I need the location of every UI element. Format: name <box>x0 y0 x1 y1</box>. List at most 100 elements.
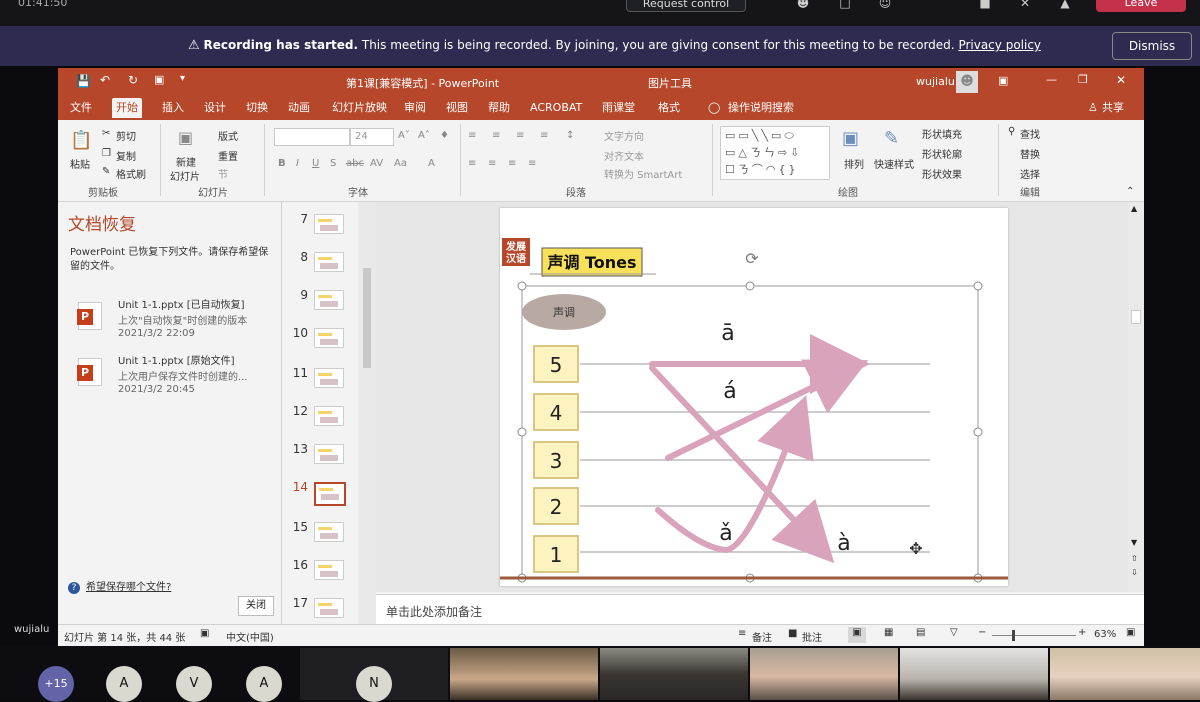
tab-transitions[interactable]: 切换 <box>242 100 272 120</box>
select-button[interactable]: 选择 <box>1020 166 1040 181</box>
save-icon[interactable]: 💾 <box>76 74 91 88</box>
present-icon[interactable]: ▣ <box>154 73 164 86</box>
format-painter-button[interactable]: 格式刷 <box>116 166 146 181</box>
section-button[interactable]: 节 <box>218 166 228 181</box>
arrange-icon[interactable]: ▣ <box>842 128 859 149</box>
dismiss-button[interactable]: Dismiss <box>1112 32 1192 60</box>
thumbnail-scrollbar[interactable] <box>358 202 376 624</box>
tab-view[interactable]: 视图 <box>442 100 472 120</box>
tab-home[interactable]: 开始 <box>112 98 142 118</box>
thumb-slide-10[interactable] <box>314 328 344 348</box>
thumb-slide-16[interactable] <box>314 560 344 580</box>
replace-button[interactable]: 替换 <box>1020 146 1040 161</box>
italic-icon[interactable]: I <box>296 158 299 169</box>
selection-handles[interactable] <box>517 281 983 583</box>
new-slide-icon[interactable]: ▣ <box>178 128 193 147</box>
thumbnail-scroll-thumb[interactable] <box>363 268 371 368</box>
line-spacing-icon[interactable]: ↕ <box>566 130 574 141</box>
mic-off-icon[interactable]: ✕ <box>1016 0 1034 10</box>
undo-icon[interactable]: ↶ <box>100 73 110 87</box>
shape-fill-button[interactable]: 形状填充 <box>922 126 962 141</box>
notes-toggle-button[interactable]: 备注 <box>752 629 772 644</box>
rotate-handle-icon[interactable]: ⟳ <box>745 249 759 268</box>
redo-icon[interactable]: ↻ <box>128 73 138 87</box>
reading-view-icon[interactable]: ▤ <box>916 627 925 638</box>
participant-avatar[interactable]: N <box>356 666 392 702</box>
font-shrink-icon[interactable]: A˄ <box>418 130 430 141</box>
justify-icon[interactable]: ≡ <box>528 158 536 169</box>
tab-file[interactable]: 文件 <box>66 100 96 120</box>
which-file-link[interactable]: ? 希望保存哪个文件? <box>68 578 171 594</box>
more-participants-badge[interactable]: +15 <box>38 666 74 702</box>
thumb-slide-9[interactable] <box>314 290 344 310</box>
current-slide[interactable]: 发展 汉语 声调 Tones ⟳ 声调 5 4 3 2 1 ā á ǎ à ✥ <box>500 208 1008 586</box>
spacing-icon[interactable]: AV <box>370 158 383 169</box>
tab-insert[interactable]: 插入 <box>158 100 188 120</box>
paste-button[interactable]: 粘贴 <box>70 156 90 171</box>
shape-outline-button[interactable]: 形状轮廓 <box>922 146 962 161</box>
recovered-file-autosave[interactable]: Unit 1-1.pptx [已自动恢复] 上次"自动恢复"时创建的版本 202… <box>77 296 278 352</box>
font-grow-icon[interactable]: A˅ <box>398 130 410 141</box>
scroll-down-icon[interactable]: ▼ <box>1131 538 1137 547</box>
close-recovery-button[interactable]: 关闭 <box>238 596 274 616</box>
share-icon[interactable]: ▲ <box>1056 0 1074 10</box>
participant-avatar[interactable]: V <box>176 666 212 702</box>
user-name[interactable]: wujialu <box>916 75 955 88</box>
qat-dropdown-icon[interactable]: ▾ <box>180 73 185 84</box>
font-size-field[interactable]: 24 <box>350 128 394 146</box>
tab-design[interactable]: 设计 <box>200 100 230 120</box>
notes-pane[interactable]: 单击此处添加备注 <box>376 594 1144 624</box>
fit-slide-icon[interactable]: ▣ <box>1126 627 1135 638</box>
tab-acrobat[interactable]: ACROBAT <box>526 100 586 120</box>
leave-button[interactable]: Leave <box>1096 0 1186 12</box>
close-icon[interactable]: ✕ <box>1116 73 1126 87</box>
zoom-slider-thumb[interactable] <box>1012 630 1015 641</box>
bullets-icon[interactable]: ≡ <box>468 130 476 141</box>
shape-effects-button[interactable]: 形状效果 <box>922 166 962 181</box>
user-avatar[interactable]: ☻ <box>956 71 978 93</box>
chat-icon[interactable]: □ <box>836 0 854 10</box>
slide-scroll-thumb[interactable] <box>1131 310 1141 324</box>
tab-animations[interactable]: 动画 <box>284 100 314 120</box>
align-left-icon[interactable]: ≡ <box>468 158 476 169</box>
spellcheck-icon[interactable]: ▣ <box>200 628 209 639</box>
participant-video[interactable] <box>1050 648 1200 700</box>
copy-button[interactable]: 复制 <box>116 148 136 163</box>
font-color-icon[interactable]: A <box>428 158 435 169</box>
language-indicator[interactable]: 中文(中国) <box>226 629 274 644</box>
restore-icon[interactable]: ❐ <box>1078 73 1088 86</box>
normal-view-icon[interactable]: ▣ <box>848 627 866 643</box>
thumb-slide-12[interactable] <box>314 406 344 426</box>
participant-video[interactable] <box>900 648 1048 700</box>
comments-toggle-button[interactable]: 批注 <box>802 629 822 644</box>
new-slide-button-2[interactable]: 幻灯片 <box>170 168 200 183</box>
zoom-in-icon[interactable]: + <box>1078 627 1086 638</box>
align-text-button[interactable]: 对齐文本 <box>604 148 644 163</box>
thumb-slide-17[interactable] <box>314 598 344 618</box>
ribbon-display-icon[interactable]: ▣ <box>998 74 1008 87</box>
thumb-slide-8[interactable] <box>314 252 344 272</box>
tab-review[interactable]: 审阅 <box>400 100 430 120</box>
outdent-icon[interactable]: ≡ <box>540 130 548 141</box>
participant-video[interactable] <box>750 648 898 700</box>
recovered-file-original[interactable]: Unit 1-1.pptx [原始文件] 上次用户保存文件时创建的... 202… <box>77 352 278 408</box>
camera-icon[interactable]: ■ <box>976 0 994 10</box>
numbering-icon[interactable]: ≡ <box>492 130 500 141</box>
font-name-field[interactable] <box>274 128 350 146</box>
thumb-slide-13[interactable] <box>314 444 344 464</box>
participant-avatar[interactable]: A <box>246 666 282 702</box>
request-control-button[interactable]: Request control <box>626 0 746 12</box>
thumb-slide-15[interactable] <box>314 522 344 542</box>
strikethrough-icon[interactable]: abc <box>346 158 364 169</box>
prev-slide-icon[interactable]: ⇧ <box>1131 554 1138 563</box>
tab-slideshow[interactable]: 幻灯片放映 <box>328 100 391 120</box>
tell-me-search[interactable]: 操作说明搜索 <box>724 100 798 120</box>
zoom-out-icon[interactable]: − <box>978 627 986 638</box>
indent-icon[interactable]: ≡ <box>516 130 524 141</box>
thumb-slide-11[interactable] <box>314 368 344 388</box>
people-icon[interactable]: ☻ <box>794 0 812 10</box>
zoom-level[interactable]: 63% <box>1094 629 1116 640</box>
tab-help[interactable]: 帮助 <box>484 100 514 120</box>
arrange-button[interactable]: 排列 <box>844 156 864 171</box>
smartart-button[interactable]: 转换为 SmartArt <box>604 166 682 181</box>
